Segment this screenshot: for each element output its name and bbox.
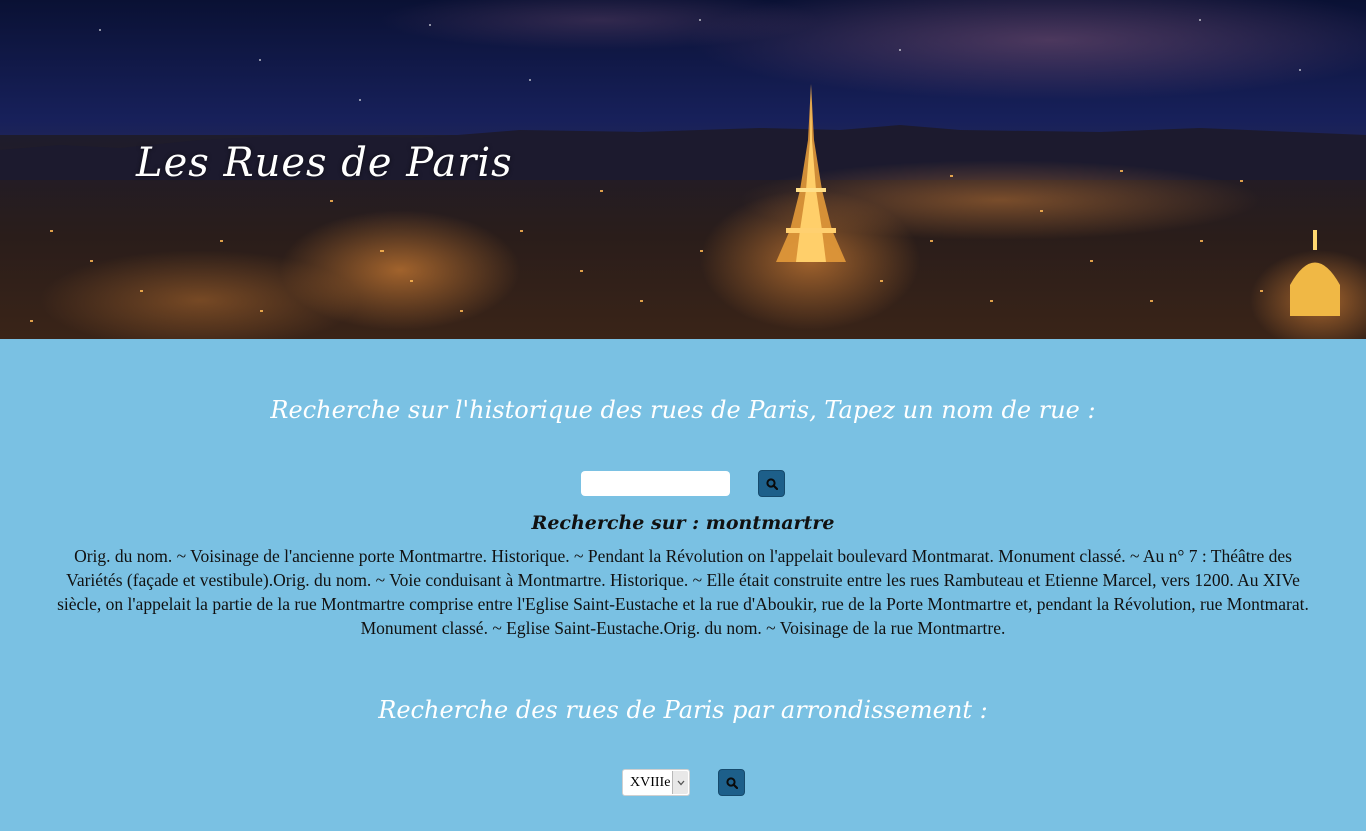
search-icon [725,776,738,789]
arrondissement-heading: Recherche des rues de Paris par arrondis… [378,696,988,724]
search-icon [765,477,778,490]
street-search-button[interactable] [758,470,785,497]
site-title: Les Rues de Paris [136,140,513,186]
hero-banner: Les Rues de Paris [0,0,1366,339]
arrondissement-search-button[interactable] [718,769,745,796]
chevron-down-icon[interactable] [672,771,688,794]
arrondissement-select[interactable]: XVIIIe [622,769,690,796]
result-text: Orig. du nom. ~ Voisinage de l'ancienne … [57,546,1309,638]
street-search-input[interactable] [581,471,730,496]
arrondissement-selected-value: XVIIIe [630,775,671,790]
result-title: Recherche sur : montmartre [531,512,835,534]
street-search-heading: Recherche sur l'historique des rues de P… [270,396,1096,424]
